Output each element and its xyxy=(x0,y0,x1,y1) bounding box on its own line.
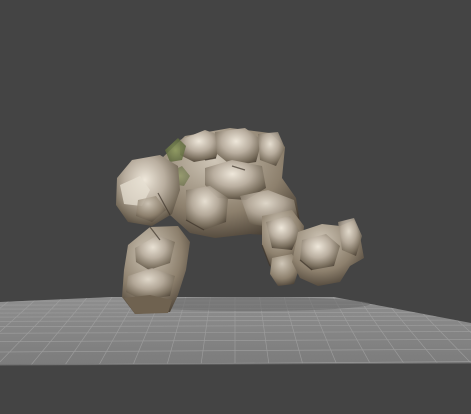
3d-viewport[interactable] xyxy=(0,0,471,414)
rock-golem-model[interactable] xyxy=(116,128,370,314)
scene-canvas[interactable] xyxy=(0,0,471,414)
